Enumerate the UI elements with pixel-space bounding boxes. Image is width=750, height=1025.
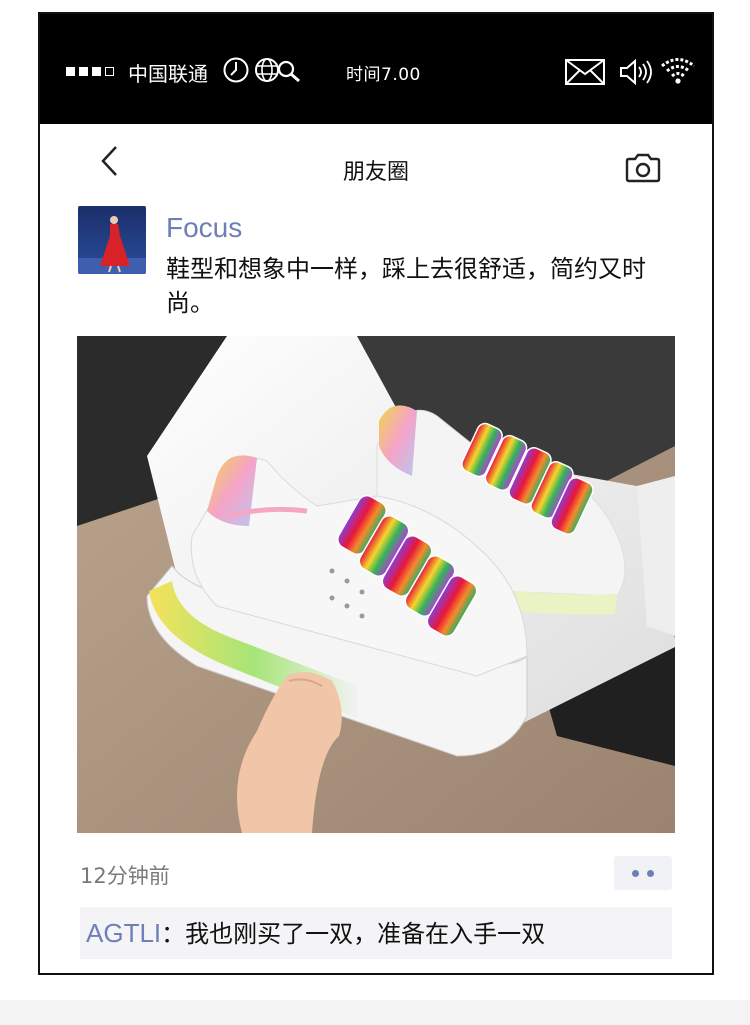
more-options-button[interactable] <box>614 856 672 890</box>
sneaker-photo <box>77 336 675 833</box>
volume-icon <box>620 58 652 86</box>
post-text: 鞋型和想象中一样，踩上去很舒适，简约又时尚。 <box>166 255 646 317</box>
post-time: 12分钟前 <box>80 864 170 888</box>
bottom-strip <box>0 1000 750 1025</box>
more-dot-icon <box>632 869 639 877</box>
post-image[interactable] <box>77 336 675 833</box>
comment-row[interactable]: AGTLI：我也刚买了一双，准备在入手一双 <box>80 907 672 959</box>
avatar[interactable] <box>78 206 146 274</box>
clock-icon <box>223 57 249 83</box>
status-bar: 中国联通 时间7.00 <box>40 14 712 124</box>
comment-author[interactable]: AGTLI <box>86 918 161 948</box>
camera-icon[interactable] <box>624 152 662 184</box>
comment-separator: ： <box>161 920 186 948</box>
wifi-icon <box>661 58 695 84</box>
page-title: 朋友圈 <box>342 160 409 185</box>
comment-text: 我也刚买了一双，准备在入手一双 <box>185 920 546 948</box>
search-icon <box>277 60 300 83</box>
phone-frame: 中国联通 时间7.00 朋友圈 Focus 鞋型和想象中一样，踩上去很舒适，简约… <box>38 12 714 975</box>
nav-bar: 朋友圈 <box>40 124 712 194</box>
carrier-name: 中国联通 <box>128 62 208 86</box>
mail-icon <box>565 59 605 85</box>
signal-dots-icon <box>66 67 114 76</box>
more-dot-icon <box>647 869 654 877</box>
avatar-image <box>78 206 146 274</box>
post-username[interactable]: Focus <box>166 212 242 244</box>
status-time: 时间7.00 <box>346 65 421 85</box>
